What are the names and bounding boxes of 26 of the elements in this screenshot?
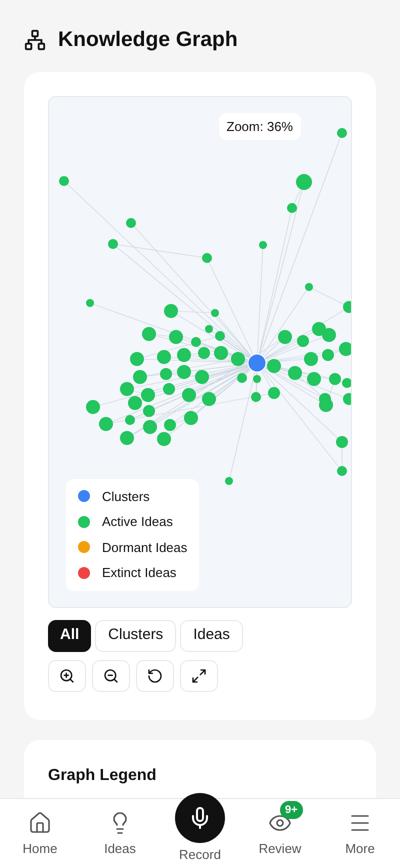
nav-tab[interactable]: Ideas	[90, 799, 150, 858]
fullscreen-icon	[191, 668, 207, 684]
count-badge: 9+	[280, 801, 303, 819]
section-title: Graph Legend	[48, 766, 158, 786]
zoom-label: Zoom: 36%	[218, 112, 301, 140]
home-icon	[28, 811, 52, 835]
nav-tab[interactable]: Home	[10, 799, 70, 858]
filter-button[interactable]: Clusters	[95, 620, 176, 652]
legend-label: Clusters	[102, 488, 150, 506]
zoom-in-icon	[59, 668, 75, 684]
page-title: Knowledge Graph	[58, 27, 238, 53]
reset-icon	[147, 668, 163, 684]
legend-label: Dormant Ideas	[102, 538, 188, 556]
zoom-in-button[interactable]	[48, 660, 86, 692]
nav-tab[interactable]: 9+ Review	[250, 799, 310, 858]
nav-tab[interactable]: More	[330, 799, 390, 858]
legend-label: Active Ideas	[102, 513, 173, 531]
reset-button[interactable]	[136, 660, 174, 692]
hierarchy-icon	[24, 28, 46, 51]
cluster-node	[248, 353, 266, 372]
filter-button[interactable]: All	[48, 620, 92, 652]
legend-label: Extinct Ideas	[102, 564, 176, 582]
zoom-out-icon	[103, 668, 119, 684]
filter-button[interactable]: Ideas	[180, 620, 243, 652]
zoom-out-button[interactable]	[92, 660, 130, 692]
fullscreen-button[interactable]	[180, 660, 218, 692]
